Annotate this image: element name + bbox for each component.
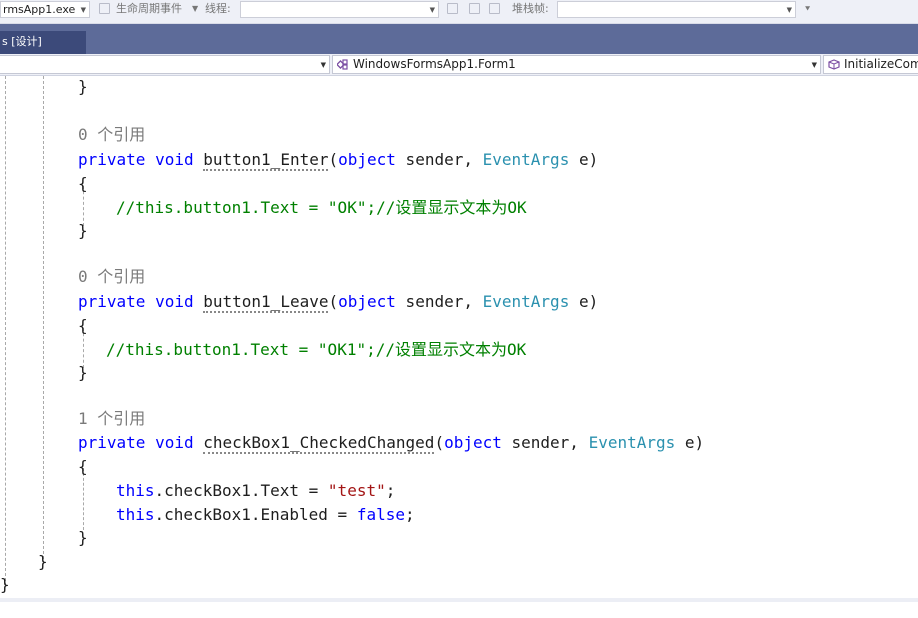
type-dropdown-value: WindowsFormsApp1.Form1 <box>353 57 516 71</box>
stackframe-label: 堆栈帧: <box>512 2 549 15</box>
code-line: } <box>78 361 88 385</box>
brace: { <box>78 174 88 193</box>
method-signature: private void checkBox1_CheckedChanged(ob… <box>78 431 704 455</box>
thread-combo[interactable]: ▼ <box>240 1 439 18</box>
method-name[interactable]: button1_Enter <box>203 150 329 171</box>
method-icon <box>828 59 840 70</box>
punct: ; <box>405 505 415 524</box>
lifecycle-events-label[interactable]: 生命周期事件 <box>116 0 182 17</box>
member-dropdown-value: InitializeCom <box>844 57 918 71</box>
code-line: { <box>78 455 88 479</box>
punct: ; <box>385 481 396 500</box>
reference-count-text: 0 个引用 <box>78 125 146 144</box>
toolbar-overflow-icon[interactable]: ⯆ <box>804 2 811 19</box>
horizontal-scrollbar[interactable] <box>0 598 918 618</box>
code-text: .checkBox1.Text = <box>154 481 328 500</box>
flag-thread-icon[interactable] <box>447 3 458 14</box>
brace: { <box>78 316 88 335</box>
brace: } <box>78 528 88 547</box>
method-name[interactable]: checkBox1_CheckedChanged <box>203 433 435 454</box>
codelens-reference-count[interactable]: 0 个引用 <box>78 123 145 147</box>
keyword: object <box>338 150 396 169</box>
keyword: private <box>78 292 146 311</box>
chevron-down-icon: ▼ <box>429 6 435 14</box>
codelens-reference-count[interactable]: 0 个引用 <box>78 265 145 289</box>
param-text: sender, <box>395 150 483 169</box>
reference-count-text: 1 个引用 <box>78 409 146 428</box>
code-line: { <box>78 172 88 196</box>
debug-toolbar: rmsApp1.exe ▼ 生命周期事件 ▼ 线程: ▼ 堆栈帧: ▼ ⯆ <box>0 0 918 24</box>
code-line: { <box>78 314 88 338</box>
type-name: EventArgs <box>588 433 676 452</box>
type-dropdown[interactable]: WindowsFormsApp1.Form1 ▼ <box>332 55 821 74</box>
tab-form1-design[interactable]: s [设计] <box>0 31 86 54</box>
chevron-down-icon: ▼ <box>786 6 792 14</box>
codelens-reference-count[interactable]: 1 个引用 <box>78 407 145 431</box>
keyword: void <box>155 292 194 311</box>
code-line: } <box>78 526 88 550</box>
brace: } <box>78 77 88 96</box>
project-dropdown[interactable]: ▼ <box>0 55 330 74</box>
param-text: e) <box>569 292 599 311</box>
comment-line: //this.button1.Text = "OK";//设置显示文本为OK <box>116 196 527 220</box>
tab-label: s [设计] <box>2 35 42 48</box>
keyword: private <box>78 433 146 452</box>
code-line: } <box>0 573 10 597</box>
type-name: EventArgs <box>482 150 570 169</box>
type-name: EventArgs <box>482 292 570 311</box>
chevron-down-icon: ▼ <box>320 61 326 69</box>
method-signature: private void button1_Leave(object sender… <box>78 290 598 314</box>
brace: { <box>78 457 88 476</box>
process-combo[interactable]: rmsApp1.exe ▼ <box>0 1 90 18</box>
string-literal: "test" <box>327 481 386 500</box>
code-line: this.checkBox1.Enabled = false; <box>116 503 415 527</box>
keyword: void <box>155 150 194 169</box>
comment-text: //this.button1.Text = "OK";//设置显示文本为OK <box>116 198 527 217</box>
param-text: e) <box>569 150 599 169</box>
navigation-bar: ▼ WindowsFormsApp1.Form1 ▼ InitializeCom <box>0 54 918 76</box>
thread-label: 线程: <box>205 2 231 15</box>
indent-guide <box>43 76 44 564</box>
code-line: } <box>78 76 88 99</box>
comment-line: //this.button1.Text = "OK1";//设置显示文本为OK <box>106 338 526 362</box>
method-name[interactable]: button1_Leave <box>203 292 329 313</box>
code-line: } <box>38 550 48 574</box>
chevron-down-icon: ▼ <box>811 61 817 69</box>
code-line: this.checkBox1.Text = "test"; <box>116 479 395 503</box>
filter-threads-icon[interactable] <box>469 3 480 14</box>
keyword: false <box>356 505 405 524</box>
param-text: sender, <box>395 292 483 311</box>
reference-count-text: 0 个引用 <box>78 267 146 286</box>
code-text: .checkBox1.Enabled = <box>154 505 357 524</box>
param-text: sender, <box>501 433 589 452</box>
punct: ( <box>328 292 339 311</box>
param-text: e) <box>675 433 705 452</box>
brace: } <box>0 575 10 594</box>
keyword: private <box>78 150 146 169</box>
punct: ( <box>328 150 339 169</box>
brace: } <box>38 552 48 571</box>
punct: ( <box>434 433 445 452</box>
lifecycle-dropdown-icon[interactable]: ▼ <box>192 0 198 17</box>
brace: } <box>78 363 88 382</box>
code-line: } <box>78 219 88 243</box>
class-icon <box>337 59 348 70</box>
indent-guide <box>5 76 6 586</box>
stackframe-combo[interactable]: ▼ <box>557 1 796 18</box>
keyword: this <box>116 505 155 524</box>
method-signature: private void button1_Enter(object sender… <box>78 148 598 172</box>
chevron-down-icon: ▼ <box>80 6 86 14</box>
document-tab-well: s [设计] <box>0 24 918 54</box>
process-combo-value: rmsApp1.exe <box>3 3 76 16</box>
member-dropdown[interactable]: InitializeCom <box>823 55 918 74</box>
keyword: object <box>444 433 502 452</box>
keyword: object <box>338 292 396 311</box>
keyword: void <box>155 433 194 452</box>
brace: } <box>78 221 88 240</box>
comment-text: //this.button1.Text = "OK1";//设置显示文本为OK <box>106 340 527 359</box>
expand-callstack-icon[interactable] <box>489 3 500 14</box>
lifecycle-events-icon[interactable] <box>99 3 110 14</box>
code-editor[interactable]: } 0 个引用 private void button1_Enter(objec… <box>0 76 918 598</box>
keyword: this <box>116 481 155 500</box>
